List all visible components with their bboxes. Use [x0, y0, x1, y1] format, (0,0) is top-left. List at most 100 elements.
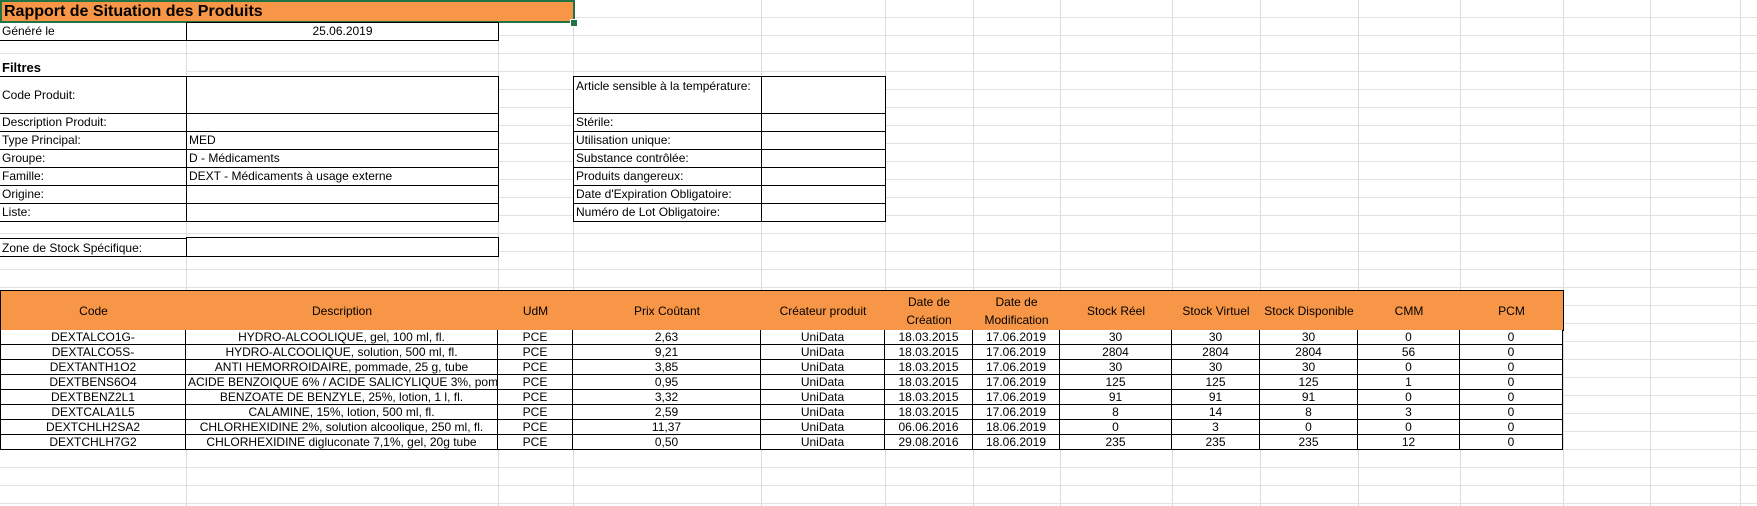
- column-header[interactable]: PCM: [1460, 290, 1564, 331]
- cell-description: CHLORHEXIDINE digluconate 7,1%, gel, 20g…: [186, 435, 498, 450]
- report-title-cell[interactable]: Rapport de Situation des Produits: [0, 0, 575, 23]
- filter-label-3: Groupe:: [0, 149, 186, 168]
- cell-description: HYDRO-ALCOOLIQUE, gel, 100 ml, fl.: [186, 330, 498, 345]
- filter-label-2: Type Principal:: [0, 131, 186, 150]
- cell-stock-r-el: 2804: [1060, 345, 1172, 360]
- filter-right-label-0: Article sensible à la température:: [573, 76, 761, 114]
- cell-stock-virtuel: 2804: [1172, 345, 1260, 360]
- cell-date-de-modification: 17.06.2019: [973, 405, 1060, 420]
- generated-label: Généré le: [0, 23, 186, 41]
- cell-cr-ateur-produit: UniData: [761, 330, 885, 345]
- filter-label-5: Origine:: [0, 185, 186, 204]
- filter-label-1: Description Produit:: [0, 113, 186, 132]
- cell-description: CALAMINE, 15%, lotion, 500 ml, fl.: [186, 405, 498, 420]
- cell-cmm: 3: [1358, 405, 1460, 420]
- filter-right-label-6: Numéro de Lot Obligatoire:: [573, 203, 761, 222]
- cell-pcm: 0: [1460, 330, 1563, 345]
- filter-right-value-1[interactable]: [761, 113, 886, 132]
- column-header[interactable]: Date de Modification: [973, 290, 1061, 331]
- cell-date-de-modification: 18.06.2019: [973, 420, 1060, 435]
- cell-pcm: 0: [1460, 435, 1563, 450]
- cell-date-de-cr-ation: 18.03.2015: [885, 330, 973, 345]
- cell-description: BENZOATE DE BENZYLE, 25%, lotion, 1 l, f…: [186, 390, 498, 405]
- cell-stock-virtuel: 14: [1172, 405, 1260, 420]
- cell-pcm: 0: [1460, 360, 1563, 375]
- cell-description: HYDRO-ALCOOLIQUE, solution, 500 ml, fl.: [186, 345, 498, 360]
- cell-stock-disponible: 8: [1260, 405, 1358, 420]
- cell-stock-r-el: 30: [1060, 360, 1172, 375]
- cell-stock-disponible: 91: [1260, 390, 1358, 405]
- filter-right-label-1: Stérile:: [573, 113, 761, 132]
- generated-date[interactable]: 25.06.2019: [186, 22, 499, 41]
- cell-date-de-modification: 17.06.2019: [973, 345, 1060, 360]
- cell-stock-r-el: 0: [1060, 420, 1172, 435]
- filter-right-value-6[interactable]: [761, 203, 886, 222]
- cell-stock-r-el: 91: [1060, 390, 1172, 405]
- filter-value-2[interactable]: MED: [186, 131, 499, 150]
- column-header[interactable]: Stock Virtuel: [1172, 290, 1261, 331]
- cell-cmm: 0: [1358, 390, 1460, 405]
- column-header[interactable]: Prix Coûtant: [573, 290, 762, 331]
- cell-stock-r-el: 235: [1060, 435, 1172, 450]
- filter-label-4: Famille:: [0, 167, 186, 186]
- cell-cmm: 0: [1358, 360, 1460, 375]
- column-header[interactable]: Description: [186, 290, 499, 331]
- cell-description: CHLORHEXIDINE 2%, solution alcoolique, 2…: [186, 420, 498, 435]
- cell-code: DEXTBENZ2L1: [0, 390, 186, 405]
- cell-code: DEXTALCO5S-: [0, 345, 186, 360]
- filters-heading: Filtres: [0, 59, 186, 76]
- column-header[interactable]: UdM: [498, 290, 574, 331]
- cell-code: DEXTCALA1L5: [0, 405, 186, 420]
- filter-right-label-3: Substance contrôlée:: [573, 149, 761, 168]
- cell-stock-virtuel: 30: [1172, 360, 1260, 375]
- cell-cr-ateur-produit: UniData: [761, 345, 885, 360]
- cell-udm: PCE: [498, 390, 573, 405]
- cell-udm: PCE: [498, 405, 573, 420]
- filter-label-6: Liste:: [0, 203, 186, 222]
- filter-value-6[interactable]: [186, 203, 499, 222]
- cell-stock-disponible: 235: [1260, 435, 1358, 450]
- filter-right-value-5[interactable]: [761, 185, 886, 204]
- filter-value-3[interactable]: D - Médicaments: [186, 149, 499, 168]
- cell-date-de-modification: 17.06.2019: [973, 360, 1060, 375]
- cell-udm: PCE: [498, 375, 573, 390]
- column-header[interactable]: Créateur produit: [761, 290, 886, 331]
- filter-right-value-4[interactable]: [761, 167, 886, 186]
- column-header[interactable]: Date de Création: [885, 290, 974, 331]
- cell-cr-ateur-produit: UniData: [761, 435, 885, 450]
- cell-udm: PCE: [498, 420, 573, 435]
- filter-right-label-2: Utilisation unique:: [573, 131, 761, 150]
- column-header[interactable]: Stock Disponible: [1260, 290, 1359, 331]
- cell-udm: PCE: [498, 360, 573, 375]
- column-header[interactable]: Code: [0, 290, 187, 331]
- column-header[interactable]: CMM: [1358, 290, 1461, 331]
- filter-value-0[interactable]: [186, 76, 499, 114]
- fill-handle[interactable]: [570, 19, 578, 27]
- filter-value-4[interactable]: DEXT - Médicaments à usage externe: [186, 167, 499, 186]
- zone-label: Zone de Stock Spécifique:: [0, 238, 186, 257]
- cell-cmm: 0: [1358, 420, 1460, 435]
- cell-cr-ateur-produit: UniData: [761, 390, 885, 405]
- cell-prix-co-tant: 2,59: [573, 405, 761, 420]
- cell-udm: PCE: [498, 330, 573, 345]
- filter-right-value-2[interactable]: [761, 131, 886, 150]
- cell-prix-co-tant: 9,21: [573, 345, 761, 360]
- cell-udm: PCE: [498, 345, 573, 360]
- filter-right-label-4: Produits dangereux:: [573, 167, 761, 186]
- cell-stock-r-el: 125: [1060, 375, 1172, 390]
- filter-right-value-3[interactable]: [761, 149, 886, 168]
- cell-prix-co-tant: 2,63: [573, 330, 761, 345]
- cell-prix-co-tant: 11,37: [573, 420, 761, 435]
- cell-prix-co-tant: 0,50: [573, 435, 761, 450]
- gridline: [1650, 0, 1651, 506]
- cell-stock-virtuel: 3: [1172, 420, 1260, 435]
- cell-pcm: 0: [1460, 345, 1563, 360]
- filter-right-value-0[interactable]: [761, 76, 886, 114]
- filter-value-1[interactable]: [186, 113, 499, 132]
- cell-cmm: 56: [1358, 345, 1460, 360]
- cell-code: DEXTCHLH2SA2: [0, 420, 186, 435]
- column-header[interactable]: Stock Réel: [1060, 290, 1173, 331]
- zone-value[interactable]: [186, 237, 499, 257]
- cell-prix-co-tant: 3,85: [573, 360, 761, 375]
- filter-value-5[interactable]: [186, 185, 499, 204]
